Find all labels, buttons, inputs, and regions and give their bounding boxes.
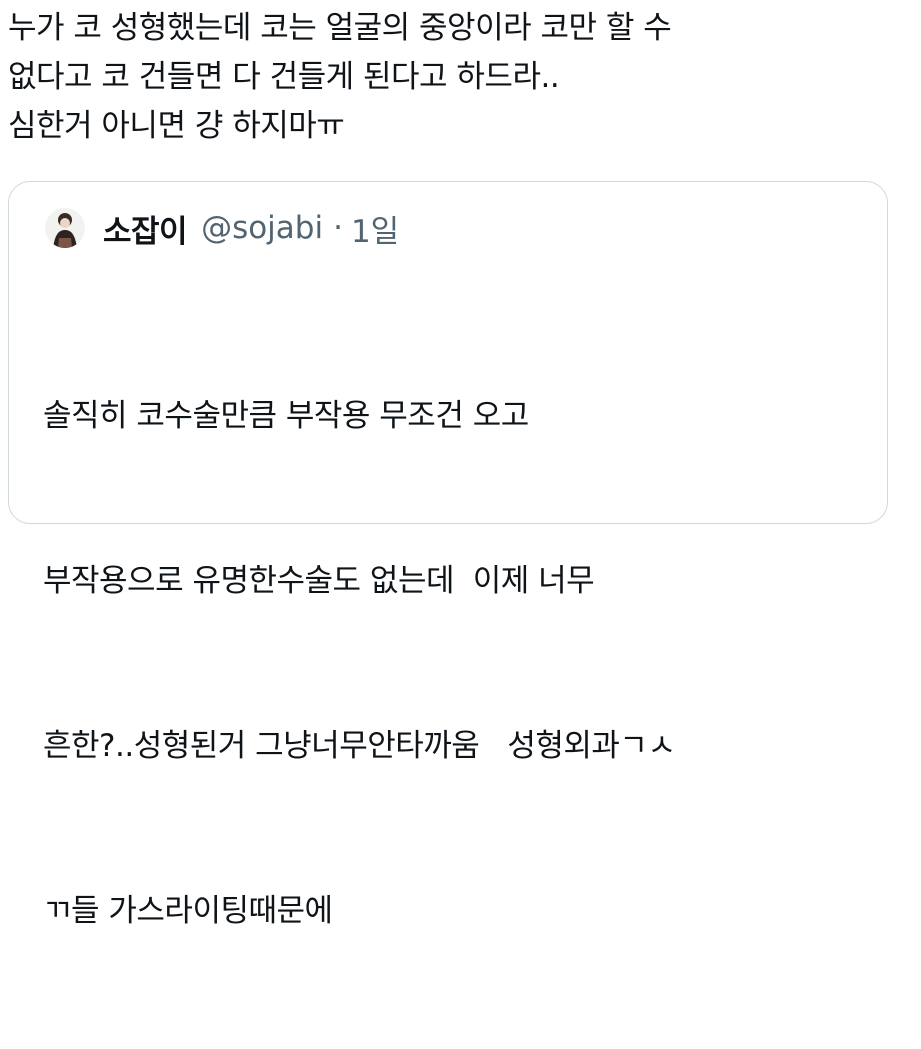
tweet-text-line: 누가 코 성형했는데 코는 얼굴의 중앙이라 코만 할 수 <box>8 10 672 46</box>
tweet-text-line: 심한거 아니면 걍 하지마ㅠ <box>8 108 345 144</box>
user-handle[interactable]: @sojabi <box>201 210 323 246</box>
quoted-tweet-card[interactable]: 소잡이 @sojabi · 1일 솔직히 코수술만큼 부작용 무조건 오고 부작… <box>8 181 888 929</box>
display-name[interactable]: 소잡이 <box>103 206 188 251</box>
quoted-tweet-line: 부작용으로 유명한수술도 없는데 이제 너무 <box>43 563 595 599</box>
quoted-tweet-text: 솔직히 코수술만큼 부작용 무조건 오고 부작용으로 유명한수술도 없는데 이제… <box>43 279 873 1049</box>
tweet-text-line: 없다고 코 건들면 다 건들게 된다고 하드라.. <box>8 59 560 95</box>
quoted-tweet-line: 솔직히 코수술만큼 부작용 무조건 오고 <box>43 398 529 434</box>
separator-dot: · <box>333 210 343 246</box>
quoted-tweet-line: 흔한?..성형된거 그냥너무안타까움 성형외과ㄱㅅ <box>43 728 676 764</box>
timestamp[interactable]: 1일 <box>351 206 399 251</box>
user-avatar-icon[interactable] <box>45 208 85 248</box>
quoted-tweet-header: 소잡이 @sojabi · 1일 <box>45 206 399 251</box>
avatar-illustration <box>45 208 85 248</box>
quoted-tweet-line: ㄲ들 가스라이팅때문에 <box>43 893 333 929</box>
tweet-text: 누가 코 성형했는데 코는 얼굴의 중앙이라 코만 할 수 없다고 코 건들면 … <box>8 4 913 151</box>
